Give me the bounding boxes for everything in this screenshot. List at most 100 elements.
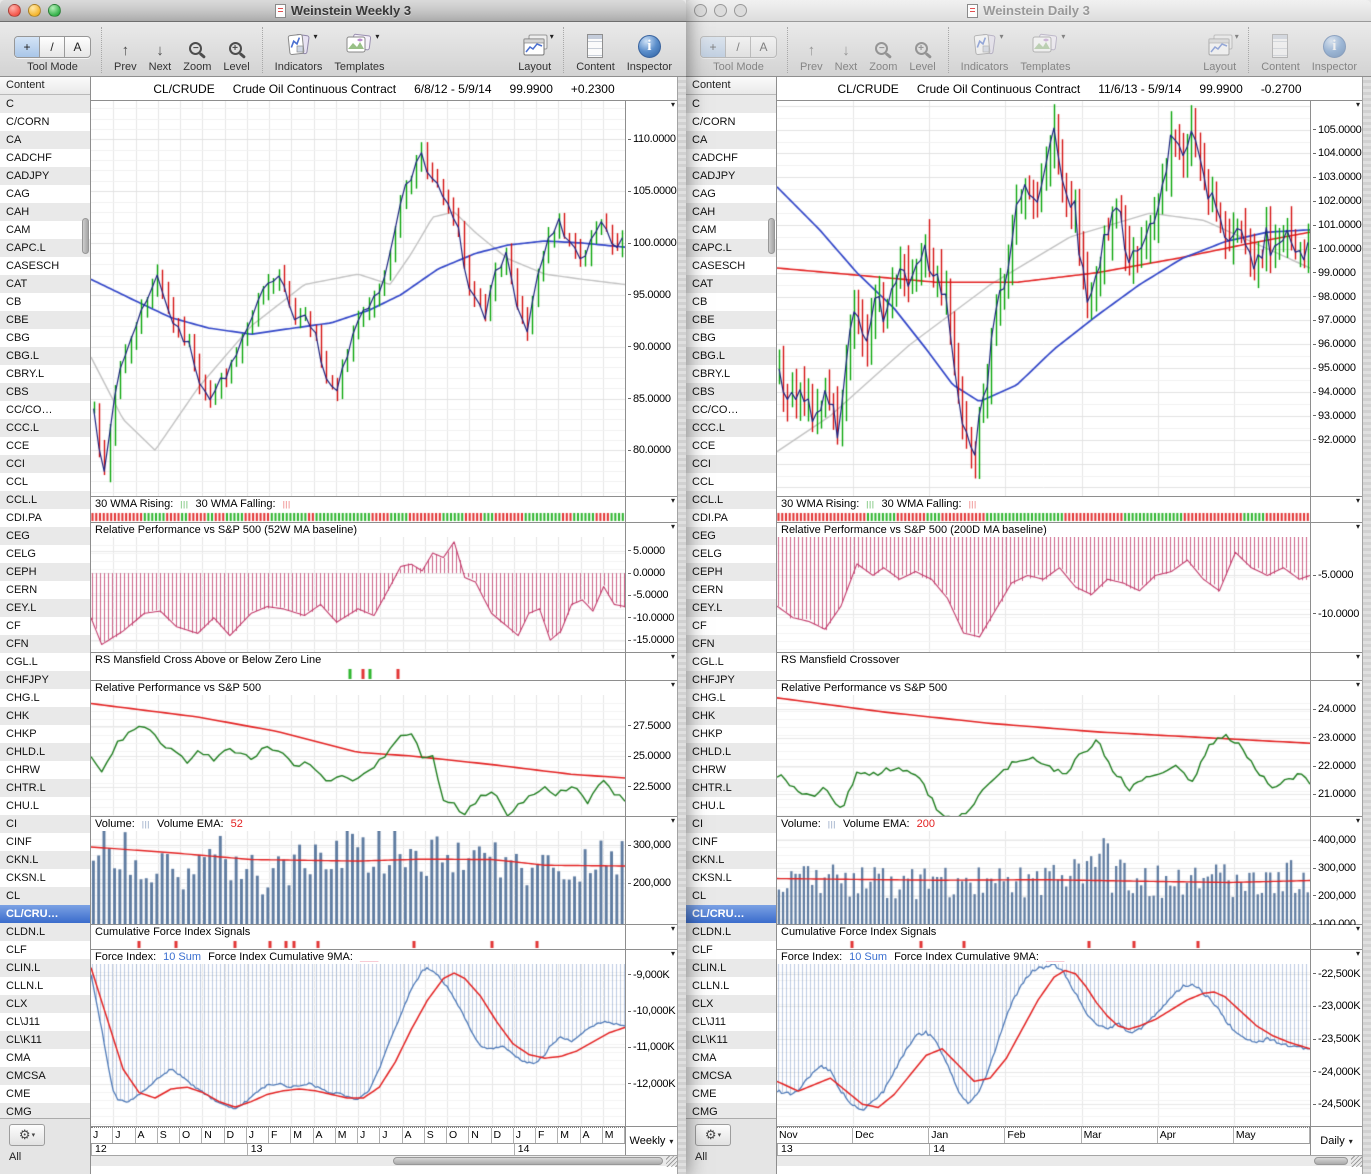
sidebar-item-cadchf[interactable]: CADCHF (0, 149, 90, 167)
sidebar-item-celg[interactable]: CELG (686, 545, 776, 563)
zoom-in-button[interactable]: + Level (217, 32, 255, 73)
panel-menu-caret[interactable]: ▾ (671, 652, 675, 661)
sidebar-item-chtr-l[interactable]: CHTR.L (0, 779, 90, 797)
panel-menu-caret[interactable]: ▾ (1356, 816, 1360, 825)
zoom-window-button[interactable] (48, 4, 61, 17)
sidebar-item-cbs[interactable]: CBS (0, 383, 90, 401)
sidebar-item-cam[interactable]: CAM (686, 221, 776, 239)
content-button[interactable]: Content (1255, 32, 1306, 73)
zoom-out-button[interactable]: − Zoom (177, 32, 217, 73)
sidebar-item-casesch[interactable]: CASESCH (0, 257, 90, 275)
sidebar-item-cadjpy[interactable]: CADJPY (0, 167, 90, 185)
sidebar-item-cce[interactable]: CCE (686, 437, 776, 455)
sidebar-item-cb[interactable]: CB (0, 293, 90, 311)
sidebar-item-ckn-l[interactable]: CKN.L (0, 851, 90, 869)
panel-menu-caret[interactable]: ▾ (671, 924, 675, 933)
sidebar-item-cbs[interactable]: CBS (686, 383, 776, 401)
sidebar-item-c-corn[interactable]: C/CORN (0, 113, 90, 131)
sidebar-item-cl[interactable]: CL (0, 887, 90, 905)
sidebar-item-ceg[interactable]: CEG (0, 527, 90, 545)
sidebar-item-cern[interactable]: CERN (686, 581, 776, 599)
panel-menu-caret[interactable]: ▾ (1356, 949, 1360, 958)
tool-trendline-button[interactable]: / (40, 37, 65, 57)
minimize-button[interactable] (714, 4, 727, 17)
chart-canvas-volume[interactable] (777, 831, 1310, 924)
sidebar-scroll-thumb[interactable] (82, 218, 89, 254)
sidebar-item-cgl-l[interactable]: CGL.L (686, 653, 776, 671)
zoom-in-button[interactable]: + Level (903, 32, 941, 73)
periodicity-selector[interactable]: Daily ▾ (1310, 1127, 1362, 1155)
sidebar-item-chfjpy[interactable]: CHFJPY (686, 671, 776, 689)
sidebar-item-cah[interactable]: CAH (686, 203, 776, 221)
window-titlebar[interactable]: Weinstein Daily 3 (686, 0, 1371, 22)
sidebar-item-chg-l[interactable]: CHG.L (686, 689, 776, 707)
sidebar-item-cbg-l[interactable]: CBG.L (686, 347, 776, 365)
sidebar-item-cldn-l[interactable]: CLDN.L (686, 923, 776, 941)
sidebar-item-chg-l[interactable]: CHG.L (0, 689, 90, 707)
sidebar-item-cc-co-[interactable]: CC/CO… (686, 401, 776, 419)
sidebar-item-cey-l[interactable]: CEY.L (686, 599, 776, 617)
sidebar-item-clin-l[interactable]: CLIN.L (0, 959, 90, 977)
sidebar-item-cadjpy[interactable]: CADJPY (686, 167, 776, 185)
sidebar-item-cat[interactable]: CAT (686, 275, 776, 293)
sidebar-item-cl[interactable]: CL (686, 887, 776, 905)
sidebar-item-clln-l[interactable]: CLLN.L (686, 977, 776, 995)
chart-canvas-rp-lines[interactable] (91, 695, 625, 816)
sidebar-item-chrw[interactable]: CHRW (0, 761, 90, 779)
sidebar-item-ccl[interactable]: CCL (686, 473, 776, 491)
tool-crosshair-button[interactable]: + (701, 37, 726, 57)
sidebar-item-clin-l[interactable]: CLIN.L (686, 959, 776, 977)
sidebar-item-cmcsa[interactable]: CMCSA (686, 1067, 776, 1085)
sidebar-item-cl-k11[interactable]: CL\K11 (686, 1031, 776, 1049)
chart-canvas-wma[interactable] (777, 511, 1310, 522)
sidebar-item-casesch[interactable]: CASESCH (686, 257, 776, 275)
sidebar-item-chkp[interactable]: CHKP (686, 725, 776, 743)
sidebar-item-cey-l[interactable]: CEY.L (0, 599, 90, 617)
sidebar-item-chk[interactable]: CHK (0, 707, 90, 725)
sidebar-item-ci[interactable]: CI (686, 815, 776, 833)
horizontal-scrollbar[interactable] (777, 1155, 1362, 1167)
sidebar-item-cdi-pa[interactable]: CDI.PA (0, 509, 90, 527)
layout-button[interactable]: ▾ Layout (1197, 32, 1242, 73)
horizontal-scroll-thumb[interactable] (1314, 1157, 1348, 1165)
sidebar-item-cmcsa[interactable]: CMCSA (0, 1067, 90, 1085)
sidebar-item-chtr-l[interactable]: CHTR.L (686, 779, 776, 797)
layout-button[interactable]: ▾ Layout (512, 32, 557, 73)
sidebar-item-cksn-l[interactable]: CKSN.L (686, 869, 776, 887)
sidebar-item-cern[interactable]: CERN (0, 581, 90, 599)
chart-canvas-cfis[interactable] (777, 939, 1310, 949)
tool-crosshair-button[interactable]: + (15, 37, 40, 57)
sidebar-item-cdi-pa[interactable]: CDI.PA (686, 509, 776, 527)
tool-trendline-button[interactable]: / (726, 37, 751, 57)
zoom-out-button[interactable]: − Zoom (863, 32, 903, 73)
next-button[interactable]: ↓ Next (829, 32, 864, 74)
panel-menu-caret[interactable]: ▾ (671, 100, 675, 109)
sidebar-item-cfn[interactable]: CFN (0, 635, 90, 653)
sidebar-item-cl-k11[interactable]: CL\K11 (0, 1031, 90, 1049)
sidebar-item-capc-l[interactable]: CAPC.L (686, 239, 776, 257)
sidebar-item-cbg[interactable]: CBG (686, 329, 776, 347)
sidebar-item-c-corn[interactable]: C/CORN (686, 113, 776, 131)
resize-grip-icon[interactable] (1351, 1156, 1362, 1167)
sidebar-item-capc-l[interactable]: CAPC.L (0, 239, 90, 257)
inspector-button[interactable]: i Inspector (621, 32, 678, 73)
sidebar-item-cbg[interactable]: CBG (0, 329, 90, 347)
panel-menu-caret[interactable]: ▾ (1356, 496, 1360, 505)
sidebar-item-cce[interactable]: CCE (0, 437, 90, 455)
zoom-window-button[interactable] (734, 4, 747, 17)
indicators-button[interactable]: ▾ Indicators (269, 32, 329, 73)
sidebar-item-cl-j11[interactable]: CL\J11 (686, 1013, 776, 1031)
next-button[interactable]: ↓ Next (143, 32, 178, 74)
sidebar-item-cma[interactable]: CMA (686, 1049, 776, 1067)
panel-menu-caret[interactable]: ▾ (1356, 522, 1360, 531)
sidebar-item-chkp[interactable]: CHKP (0, 725, 90, 743)
sidebar-item-ccl-l[interactable]: CCL.L (0, 491, 90, 509)
panel-menu-caret[interactable]: ▾ (1356, 680, 1360, 689)
sidebar-item-cbry-l[interactable]: CBRY.L (686, 365, 776, 383)
sidebar-item-cl-cru-[interactable]: CL/CRU… (686, 905, 776, 923)
tool-text-button[interactable]: A (751, 37, 776, 57)
panel-menu-caret[interactable]: ▾ (1356, 652, 1360, 661)
chart-canvas-volume[interactable] (91, 831, 625, 924)
sidebar-item-cinf[interactable]: CINF (686, 833, 776, 851)
sidebar-item-ccc-l[interactable]: CCC.L (686, 419, 776, 437)
